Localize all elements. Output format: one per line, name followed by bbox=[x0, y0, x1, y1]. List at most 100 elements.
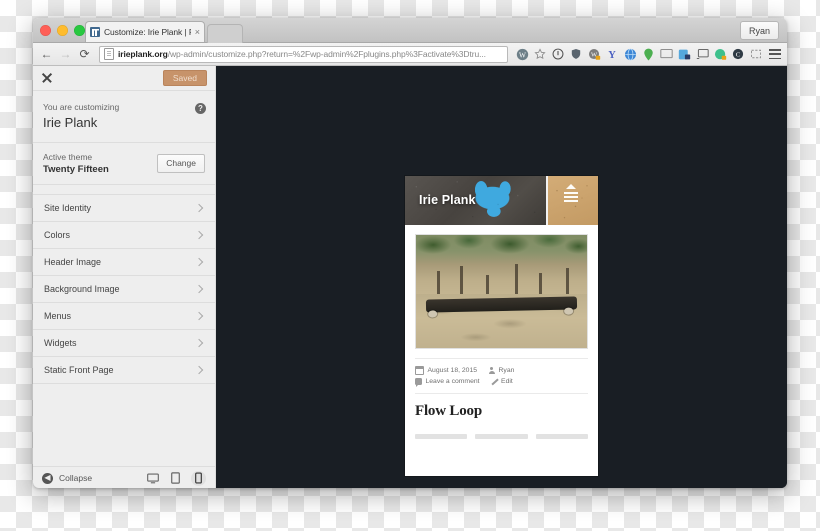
svg-text:Y: Y bbox=[608, 50, 616, 60]
chevron-right-icon bbox=[195, 366, 203, 374]
minimize-window-button[interactable] bbox=[57, 25, 68, 36]
page-content: Saved You are customizing Irie Plank ? A… bbox=[33, 66, 787, 488]
chevron-right-icon bbox=[195, 204, 203, 212]
tree-trunks bbox=[416, 260, 587, 298]
close-window-button[interactable] bbox=[40, 25, 51, 36]
wordpress-favicon bbox=[90, 27, 100, 37]
desktop-preview-button[interactable] bbox=[145, 471, 160, 486]
chevron-right-icon bbox=[195, 339, 203, 347]
placeholder-line bbox=[415, 434, 467, 439]
panel-label: Menus bbox=[44, 311, 71, 321]
hamburger-icon bbox=[564, 192, 578, 202]
placeholder-line bbox=[536, 434, 588, 439]
shield-icon[interactable] bbox=[569, 47, 583, 61]
post-comments-link[interactable]: Leave a comment bbox=[415, 378, 480, 385]
post-body-placeholder bbox=[415, 434, 588, 439]
address-bar[interactable]: irieplank.org/wp-admin/customize.php?ret… bbox=[99, 46, 508, 63]
collapse-label: Collapse bbox=[59, 473, 92, 483]
preview-site-title[interactable]: Irie Plank bbox=[419, 193, 476, 207]
address-domain: irieplank.org bbox=[118, 49, 168, 59]
panel-label: Site Identity bbox=[44, 203, 91, 213]
panel-label: Static Front Page bbox=[44, 365, 114, 375]
location-pin-icon[interactable] bbox=[641, 47, 655, 61]
screen-capture-icon[interactable] bbox=[659, 47, 673, 61]
post-article: August 18, 2015 Ryan Leave a comment bbox=[405, 225, 598, 439]
device-preview-group bbox=[145, 471, 206, 486]
customizer-footer: ◀ Collapse bbox=[33, 466, 215, 488]
post-author[interactable]: Ryan bbox=[488, 366, 514, 375]
chrome-menu-icon[interactable] bbox=[769, 49, 781, 59]
site-name: Irie Plank bbox=[43, 115, 205, 130]
tab-title: Customize: Irie Plank | Ride bbox=[104, 27, 191, 37]
save-button[interactable]: Saved bbox=[163, 70, 207, 87]
panel-item-header-image[interactable]: Header Image bbox=[33, 249, 215, 276]
post-comments-text: Leave a comment bbox=[426, 378, 480, 385]
customizer-title-section: You are customizing Irie Plank ? bbox=[33, 91, 215, 143]
comment-icon bbox=[415, 378, 422, 385]
post-edit-link[interactable]: Edit bbox=[491, 378, 513, 385]
customizer-header: Saved bbox=[33, 66, 215, 91]
featured-image[interactable] bbox=[415, 234, 588, 349]
mobile-preview-button[interactable] bbox=[191, 471, 206, 486]
post-author-text: Ryan bbox=[499, 367, 515, 374]
address-path: /wp-admin/customize.php?return=%2Fwp-adm… bbox=[168, 49, 486, 59]
page-info-icon[interactable] bbox=[104, 48, 114, 60]
panel-item-colors[interactable]: Colors bbox=[33, 222, 215, 249]
window-controls bbox=[40, 25, 85, 36]
customizer-sidebar: Saved You are customizing Irie Plank ? A… bbox=[33, 66, 216, 488]
browser-tab[interactable]: Customize: Irie Plank | Ride × bbox=[85, 21, 205, 42]
yahoo-icon[interactable]: Y bbox=[605, 47, 619, 61]
info-circle-icon[interactable] bbox=[551, 47, 565, 61]
svg-text:C: C bbox=[736, 52, 741, 59]
panel-label: Widgets bbox=[44, 338, 77, 348]
panel-item-site-identity[interactable]: Site Identity bbox=[33, 195, 215, 222]
globe-icon[interactable] bbox=[623, 47, 637, 61]
close-tab-icon[interactable]: × bbox=[195, 28, 200, 37]
panel-item-static-front-page[interactable]: Static Front Page bbox=[33, 357, 215, 384]
panel-item-background-image[interactable]: Background Image bbox=[33, 276, 215, 303]
site-header: Irie Plank bbox=[405, 176, 598, 225]
active-theme-label: Active theme bbox=[43, 152, 109, 162]
chevron-right-icon bbox=[195, 312, 203, 320]
new-tab-button[interactable] bbox=[207, 24, 243, 43]
customizer-panel-list: Site Identity Colors Header Image Backgr… bbox=[33, 195, 215, 466]
tablet-preview-button[interactable] bbox=[168, 471, 183, 486]
collapse-button[interactable]: ◀ Collapse bbox=[42, 473, 92, 484]
active-theme-info: Active theme Twenty Fifteen bbox=[43, 152, 109, 175]
panel-label: Colors bbox=[44, 230, 70, 240]
evernote-icon[interactable] bbox=[713, 47, 727, 61]
lastpass-icon[interactable] bbox=[677, 47, 691, 61]
cast-icon[interactable] bbox=[695, 47, 709, 61]
header-image: Irie Plank bbox=[405, 176, 546, 225]
selection-icon[interactable] bbox=[749, 47, 763, 61]
chevron-right-icon bbox=[195, 231, 203, 239]
panel-item-widgets[interactable]: Widgets bbox=[33, 330, 215, 357]
user-icon bbox=[488, 367, 495, 374]
chevron-right-icon bbox=[195, 285, 203, 293]
post-date[interactable]: August 18, 2015 bbox=[415, 366, 477, 375]
chevron-right-icon bbox=[195, 258, 203, 266]
sidebar-divider bbox=[33, 185, 215, 195]
active-theme-name: Twenty Fifteen bbox=[43, 164, 109, 175]
reload-icon[interactable]: ⟳ bbox=[77, 47, 92, 62]
contacts-icon[interactable]: C bbox=[731, 47, 745, 61]
panel-item-menus[interactable]: Menus bbox=[33, 303, 215, 330]
browser-toolbar: ← → ⟳ irieplank.org/wp-admin/customize.p… bbox=[33, 43, 787, 66]
close-icon[interactable] bbox=[41, 72, 53, 84]
profile-button[interactable]: Ryan bbox=[740, 21, 779, 40]
mobile-preview-frame[interactable]: Irie Plank bbox=[405, 176, 598, 476]
wordpress-extension-icon[interactable]: W bbox=[515, 47, 529, 61]
change-theme-button[interactable]: Change bbox=[157, 154, 205, 173]
help-icon[interactable]: ? bbox=[195, 103, 206, 114]
pencil-icon bbox=[491, 378, 498, 385]
preview-area: Irie Plank bbox=[216, 66, 787, 488]
svg-text:W: W bbox=[519, 50, 526, 59]
placeholder-line bbox=[475, 434, 527, 439]
bookmark-star-icon[interactable] bbox=[533, 47, 547, 61]
wordpress-lock-icon[interactable]: W bbox=[587, 47, 601, 61]
back-icon[interactable]: ← bbox=[39, 47, 54, 62]
forward-icon[interactable]: → bbox=[58, 47, 73, 62]
menu-toggle-button[interactable] bbox=[564, 184, 578, 204]
maximize-window-button[interactable] bbox=[74, 25, 85, 36]
post-title[interactable]: Flow Loop bbox=[415, 393, 588, 430]
